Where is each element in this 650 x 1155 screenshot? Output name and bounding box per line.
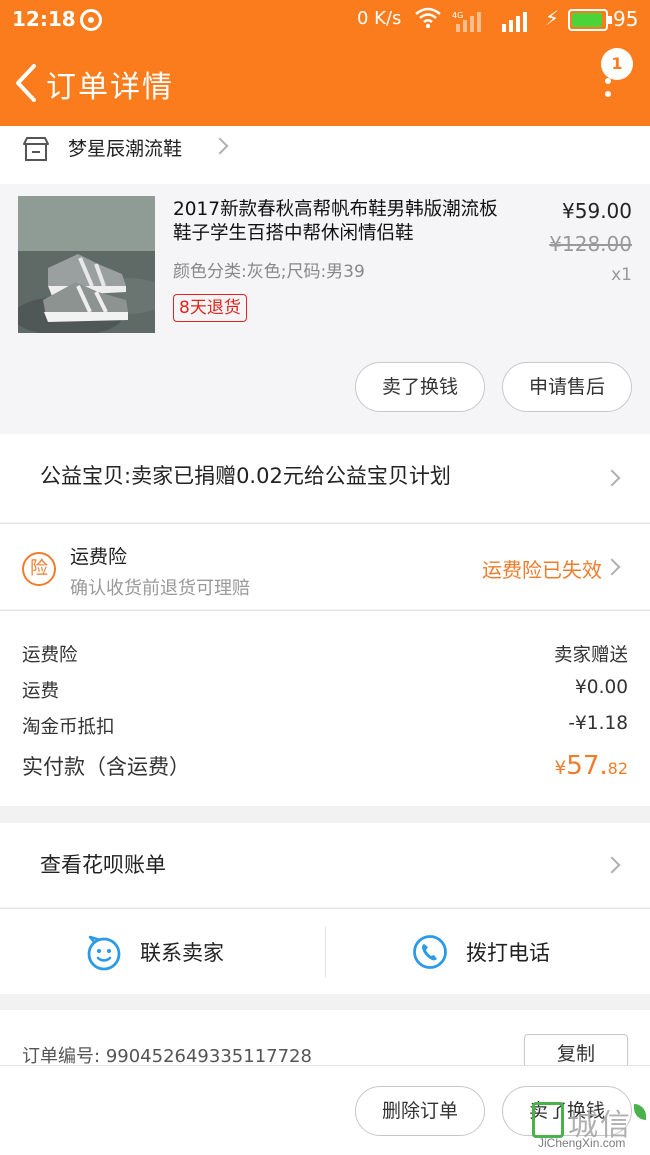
order-number-row: 订单编号: 990452649335117728 复制 — [0, 1010, 650, 1074]
contact-bar: 联系卖家 拨打电话 — [0, 908, 650, 994]
summary-value: 卖家赠送 — [553, 645, 628, 666]
signal-4g-tag: 4G — [452, 11, 463, 20]
chevron-right-icon — [603, 856, 621, 874]
page-title: 订单详情 — [46, 70, 174, 105]
summary-value: -¥1.18 — [568, 713, 628, 734]
insurance-icon: 险 — [22, 552, 56, 586]
chevron-right-icon — [603, 469, 621, 487]
summary-label: 淘金币抵扣 — [22, 717, 115, 738]
call-label: 拨打电话 — [466, 941, 550, 965]
store-icon — [23, 137, 49, 161]
summary-row: 淘金币抵扣 -¥1.18 — [22, 713, 628, 743]
charity-row[interactable]: 公益宝贝:卖家已捐赠0.02元给公益宝贝计划 — [0, 434, 650, 522]
insurance-status: 运费险已失效 — [482, 558, 602, 582]
order-number-label: 订单编号: — [22, 1046, 101, 1067]
return-policy-badge: 8天退货 — [173, 294, 247, 322]
charging-icon: ⚡ — [545, 6, 560, 30]
product-title[interactable]: 2017新款春秋高帮帆布鞋男韩版潮流板鞋子学生百搭中帮休闲情侣鞋 — [173, 198, 513, 246]
sell-button[interactable]: 卖了换钱 — [355, 362, 485, 412]
status-time: 12:18 — [12, 7, 76, 31]
summary-label: 运费险 — [22, 645, 78, 666]
insurance-subtitle: 确认收货前退货可理赔 — [70, 578, 250, 599]
call-button[interactable]: 拨打电话 — [326, 909, 650, 995]
product-price: ¥59.00 — [562, 199, 632, 223]
site-watermark: 城信 JiChengXin.com — [532, 1100, 650, 1155]
wifi-icon — [415, 7, 441, 29]
product-attributes: 颜色分类:灰色;尺码:男39 — [173, 262, 365, 282]
summary-label: 运费 — [22, 681, 60, 702]
signal-icon — [502, 12, 527, 32]
original-price: ¥128.00 — [549, 232, 632, 256]
phone-icon — [413, 935, 447, 969]
summary-row: 运费险 卖家赠送 — [22, 641, 628, 671]
huabei-text: 查看花呗账单 — [40, 853, 166, 877]
after-sales-button[interactable]: 申请售后 — [502, 362, 632, 412]
battery-percent: 95 — [613, 7, 639, 31]
delete-order-button[interactable]: 删除订单 — [355, 1086, 485, 1136]
contact-seller-button[interactable]: 联系卖家 — [0, 909, 325, 995]
network-speed: 0 K/s — [357, 8, 402, 29]
watermark-logo-icon — [532, 1102, 564, 1138]
insurance-title: 运费险 — [70, 546, 128, 568]
summary-row: 运费 ¥0.00 — [22, 677, 628, 707]
leaf-icon — [634, 1104, 646, 1120]
chat-face-icon — [87, 935, 121, 971]
shop-row[interactable]: 梦星辰潮流鞋 — [0, 126, 650, 184]
shop-name: 梦星辰潮流鞋 — [68, 138, 183, 160]
total-amount: ¥57.82 — [555, 751, 629, 781]
app-header: 订单详情 1 — [0, 40, 650, 126]
sneaker-illustration — [18, 196, 155, 333]
chevron-right-icon — [603, 558, 621, 576]
signal-4g-icon: 4G — [452, 11, 481, 32]
watermark-url: JiChengXin.com — [538, 1136, 626, 1150]
contact-seller-label: 联系卖家 — [140, 941, 224, 965]
product-image[interactable] — [18, 196, 155, 333]
order-detail-screen: 12:18 0 K/s 4G ⚡ 95 订单详情 1 梦星辰潮流鞋 2017新款… — [0, 0, 650, 1155]
total-currency: ¥ — [554, 758, 567, 779]
product-card[interactable]: 2017新款春秋高帮帆布鞋男韩版潮流板鞋子学生百搭中帮休闲情侣鞋 颜色分类:灰色… — [0, 184, 650, 434]
chevron-left-icon[interactable] — [12, 62, 42, 104]
summary-value: ¥0.00 — [575, 677, 628, 698]
shipping-insurance-row[interactable]: 险 运费险 确认收货前退货可理赔 运费险已失效 — [0, 523, 650, 609]
status-bar: 12:18 0 K/s 4G ⚡ 95 — [0, 0, 650, 40]
total-label: 实付款（含运费） — [22, 755, 190, 779]
product-quantity: x1 — [611, 265, 632, 285]
sync-icon — [80, 9, 102, 31]
charity-text: 公益宝贝:卖家已捐赠0.02元给公益宝贝计划 — [40, 464, 451, 488]
huabei-bill-row[interactable]: 查看花呗账单 — [0, 823, 650, 907]
payment-summary: 运费险 卖家赠送 运费 ¥0.00 淘金币抵扣 -¥1.18 实付款（含运费） … — [0, 610, 650, 806]
total-row: 实付款（含运费） ¥57.82 — [22, 751, 628, 787]
battery-icon — [568, 9, 612, 31]
chevron-right-icon — [211, 137, 229, 155]
order-number-value: 990452649335117728 — [105, 1046, 312, 1067]
total-minor: 82 — [607, 759, 628, 778]
notification-badge[interactable]: 1 — [601, 48, 633, 80]
total-major: 57. — [566, 751, 608, 781]
